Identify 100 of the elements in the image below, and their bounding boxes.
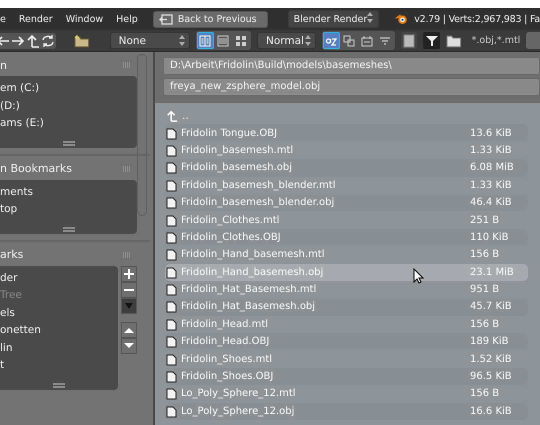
render-engine-dropdown[interactable]: Blender Render [288, 10, 380, 28]
file-size: 1.33 KiB [470, 180, 513, 191]
file-size: 156 B [470, 249, 500, 260]
move-down-button[interactable] [121, 338, 137, 354]
file-size: 1.52 KiB [470, 354, 513, 365]
file-name: Fridolin_basemesh.obj [181, 162, 292, 174]
file-row[interactable]: Fridolin_basemesh.obj 6.08 MiB [165, 159, 528, 177]
forward-arrow-icon[interactable] [11, 34, 25, 48]
blender-logo-icon [394, 12, 408, 26]
file-name: Fridolin_Hand_basemesh.obj [181, 266, 324, 278]
file-size: 23.1 MiB [470, 266, 515, 278]
file-name: Lo_Poly_Sphere_12.obj [181, 406, 294, 417]
filter-toggle[interactable] [423, 32, 440, 49]
parent-folder-icon[interactable] [26, 34, 40, 48]
grip-icon[interactable] [122, 166, 132, 172]
file-row[interactable]: Fridolin_basemesh_blender.mtl 1.33 KiB [165, 176, 528, 194]
file-row[interactable]: Fridolin_Head.OBJ 189 KiB [165, 333, 528, 350]
panel-header[interactable]: n Bookmarks [0, 162, 72, 175]
list-item[interactable]: der [0, 270, 118, 287]
new-folder-icon[interactable] [74, 34, 90, 48]
file-row[interactable]: Fridolin_Hat_Basemesh.obj 45.7 KiB [165, 298, 528, 316]
thumbnail-size-dropdown[interactable]: Normal [256, 32, 316, 49]
file-row[interactable]: Fridolin_Shoes.OBJ 96.5 KiB [165, 368, 528, 386]
panel-header[interactable]: arks [0, 248, 24, 261]
scrollbar[interactable] [137, 54, 147, 216]
back-button[interactable]: Back to Previous [152, 10, 268, 28]
file-icon [166, 352, 177, 366]
parent-directory-entry[interactable]: .. [182, 110, 189, 122]
file-icon [166, 144, 177, 157]
resize-handle-icon[interactable] [62, 226, 74, 232]
file-row[interactable]: Fridolin_Shoes.mtl 1.52 KiB [165, 350, 528, 368]
file-name: Fridolin_Shoes.OBJ [181, 371, 274, 382]
filter-field[interactable]: *.obj,*.mtl [472, 35, 520, 46]
file-row[interactable]: Lo_Poly_Sphere_12.obj 16.6 KiB [165, 402, 528, 420]
list-item[interactable]: top [0, 201, 137, 218]
file-row[interactable]: Fridolin_Hat_Basemesh.mtl 951 B [165, 280, 528, 298]
back-arrow-icon[interactable] [0, 34, 10, 48]
file-row[interactable]: Fridolin_Clothes.mtl 251 B [165, 211, 528, 229]
file-size: 16.6 KiB [470, 406, 513, 417]
hidden-files-toggle[interactable] [400, 32, 418, 49]
list-item[interactable]: onetten [0, 322, 118, 340]
sort-size-icon [379, 34, 392, 46]
list-item[interactable]: t [0, 357, 118, 374]
file-row[interactable]: Fridolin_Hand_basemesh.obj 23.1 MiB [165, 264, 528, 281]
file-icon [166, 387, 177, 400]
file-icon [166, 248, 177, 262]
file-name: Fridolin_basemesh.mtl [181, 144, 294, 156]
file-row[interactable]: Fridolin_basemesh.mtl 1.33 KiB [165, 142, 528, 160]
recursion-dropdown[interactable]: None [110, 32, 190, 49]
file-icon [166, 161, 177, 174]
file-icon [166, 300, 177, 314]
file-icon [166, 196, 177, 210]
refresh-icon[interactable] [41, 34, 55, 48]
menu-item[interactable]: Help [116, 14, 147, 24]
mouse-cursor-icon [413, 268, 424, 284]
plus-icon [124, 268, 134, 278]
file-row[interactable]: Lo_Poly_Sphere_12.mtl 156 B [165, 385, 528, 403]
scene-stats: v2.79 | Verts:2,967,983 | Fa [414, 14, 540, 24]
file-name: Fridolin_Clothes.OBJ [181, 232, 281, 243]
file-icon [166, 266, 177, 279]
move-up-button[interactable] [121, 322, 137, 338]
file-size: 13.6 KiB [470, 128, 513, 139]
list-item[interactable]: lin [0, 340, 118, 357]
file-icon [166, 370, 177, 384]
file-row[interactable]: Fridolin_Hand_basemesh.mtl 156 B [165, 246, 528, 264]
sort-button[interactable] [322, 32, 340, 49]
file-name: Lo_Poly_Sphere_12.mtl [181, 388, 296, 400]
filename-field[interactable]: freya_new_zsphere_model.obj [163, 78, 540, 96]
file-name: Fridolin_Head.OBJ [181, 336, 270, 348]
file-icon [166, 230, 177, 244]
display-mode-button[interactable] [196, 32, 214, 49]
file-row[interactable]: Fridolin Tongue.OBJ 13.6 KiB [165, 124, 528, 142]
file-row[interactable]: Fridolin_Head.mtl 156 B [165, 316, 528, 334]
file-row[interactable]: Fridolin_basemesh_blender.obj 46.4 KiB [165, 194, 528, 212]
file-icon [166, 318, 177, 331]
grip-icon[interactable] [122, 62, 132, 68]
resize-handle-icon[interactable] [53, 382, 65, 388]
updown-icon [304, 35, 311, 46]
file-row[interactable]: Fridolin_Clothes.OBJ 110 KiB [165, 228, 528, 246]
list-separator: Tree [0, 288, 23, 303]
folder-icon [446, 34, 462, 48]
list-item[interactable]: em (C:) [0, 80, 137, 98]
resize-handle-icon[interactable] [62, 140, 74, 146]
file-name: Fridolin_basemesh_blender.mtl [181, 180, 336, 191]
file-icon [166, 283, 177, 296]
menu-item[interactable]: Render [18, 14, 62, 24]
menu-item[interactable]: Window [66, 14, 112, 24]
menu-item[interactable]: e [0, 14, 15, 24]
file-size: 1.33 KiB [470, 144, 513, 156]
directory-path-field[interactable]: D:\Arbeit\Fridolin\Build\models\basemeshes\ [163, 57, 540, 75]
remove-button[interactable] [121, 282, 137, 298]
list-item[interactable]: ments [0, 184, 137, 201]
list-item[interactable]: els [0, 304, 118, 322]
add-button[interactable] [121, 266, 137, 282]
file-name: Fridolin_Hat_Basemesh.mtl [181, 284, 316, 296]
list-item[interactable]: (D:) [0, 98, 137, 115]
grip-icon[interactable] [122, 252, 132, 258]
panel-header[interactable]: n [0, 58, 7, 72]
file-name: Fridolin_Shoes.mtl [181, 354, 272, 365]
list-item[interactable]: ams (E:) [0, 115, 137, 132]
